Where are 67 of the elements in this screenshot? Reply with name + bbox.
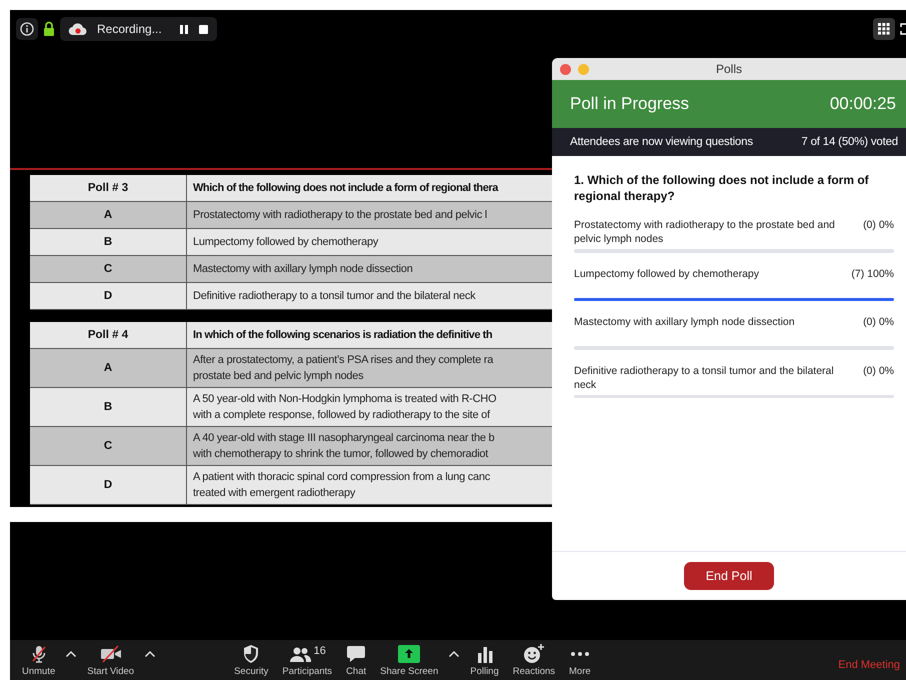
table-cell-text: A 50 year-old with Non-Hodgkin lymphoma is treated with R-CHO with a complete response, followed by radiotherapy to the site of: [192, 392, 498, 423]
reactions-button[interactable]: Reactions: [512, 643, 556, 677]
participants-button[interactable]: 16 Participants: [282, 643, 332, 677]
answer-text: Mastectomy with axillary lymph node dissection: [574, 315, 796, 330]
table-cell: A: [30, 349, 187, 387]
table-cell: C: [30, 256, 187, 282]
table-cell: B: [30, 388, 187, 426]
end-meeting-button[interactable]: End Meeting: [838, 657, 900, 673]
caret-icon[interactable]: [144, 650, 156, 658]
share-screen-icon: [398, 645, 420, 663]
share-button[interactable]: Share Screen: [380, 643, 438, 677]
answer-text: Prostatectomy with radiotherapy to the prostate bed and pelvic lymph nodes: [574, 218, 836, 246]
more-button[interactable]: More: [569, 643, 591, 677]
poll-question: 1. Which of the following does not include a form of regional therapy?: [574, 172, 870, 204]
vote-count: 7 of 14 (50%) voted: [801, 136, 898, 148]
mic-button[interactable]: Unmute: [22, 643, 56, 677]
cloud-recording-icon: [68, 22, 88, 36]
table-cell: D: [30, 283, 187, 309]
end-poll-button[interactable]: End Poll: [684, 562, 774, 590]
caret-icon[interactable]: [65, 650, 78, 658]
answer-text: Definitive radiotherapy to a tonsil tumor and the bilateral neck: [574, 364, 835, 392]
answer-result: (0) 0%: [863, 364, 894, 378]
video-button[interactable]: Start Video: [87, 643, 134, 677]
answer-result: (0) 0%: [863, 218, 894, 233]
close-window-icon[interactable]: [560, 64, 571, 74]
smiley-plus-icon: [522, 644, 545, 664]
answer-text: Lumpectomy followed by chemotherapy: [574, 266, 760, 282]
participants-icon: [288, 645, 311, 663]
table-header-cell: Poll # 3: [30, 175, 187, 201]
poll-timer: 00:00:25: [830, 94, 896, 114]
table-cell-text: After a prostatectomy, a patient’s PSA rises and they complete ra prostate bed and pelvic lymph nodes: [192, 353, 494, 384]
grid-icon: [878, 23, 890, 35]
info-icon: [20, 22, 34, 36]
table-cell-text: Mastectomy with axillary lymph node dissection: [192, 262, 414, 277]
gallery-view-button[interactable]: [873, 18, 895, 40]
viewing-status: Attendees are now viewing questions: [570, 136, 753, 148]
table-cell: B: [30, 229, 187, 255]
table-cell: D: [30, 466, 187, 504]
polling-button[interactable]: Polling: [470, 643, 499, 677]
window-title: Polls: [716, 62, 742, 76]
answer-result: (7) 100%: [851, 266, 894, 282]
table-cell-text: A 40 year-old with stage III nasopharyngeal carcinoma near the b with chemotherapy to shrink the tumor, followed by chemoradiot: [192, 431, 496, 462]
table-cell-text: A patient with thoracic spinal cord compression from a lung canc treated with emergent radiotherapy: [192, 470, 492, 501]
table-header-cell-text: In which of the following scenarios is radiation the definitive th: [192, 328, 494, 343]
table-cell-text: Definitive radiotherapy to a tonsil tumor and the bilateral neck: [192, 289, 476, 304]
fullscreen-icon[interactable]: [900, 23, 906, 35]
chat-button[interactable]: Chat: [346, 643, 366, 677]
poll-status: Poll in Progress: [570, 94, 690, 114]
bar-chart-icon: [476, 645, 494, 663]
caret-icon[interactable]: [448, 650, 460, 658]
more-dots-icon: [570, 651, 590, 657]
stop-icon[interactable]: [198, 24, 209, 34]
table-cell: A: [30, 202, 187, 228]
table-cell-text: Lumpectomy followed by chemotherapy: [192, 235, 380, 250]
pause-icon[interactable]: [178, 24, 189, 34]
table-header-cell: Poll # 4: [30, 322, 187, 348]
recording-status: Recording...: [97, 22, 162, 36]
table-header-cell-text: Which of the following does not include a form of regional thera: [192, 181, 500, 196]
table-cell: C: [30, 427, 187, 465]
security-button[interactable]: Security: [234, 643, 268, 677]
table-cell-text: Prostatectomy with radiotherapy to the prostate bed and pelvic l: [192, 208, 488, 223]
chat-bubble-icon: [346, 645, 366, 663]
shield-icon: [242, 644, 260, 664]
info-button[interactable]: [16, 18, 38, 40]
lock-icon[interactable]: [43, 21, 55, 37]
answer-result: (0) 0%: [863, 315, 894, 330]
participant-count: 16: [314, 645, 326, 657]
